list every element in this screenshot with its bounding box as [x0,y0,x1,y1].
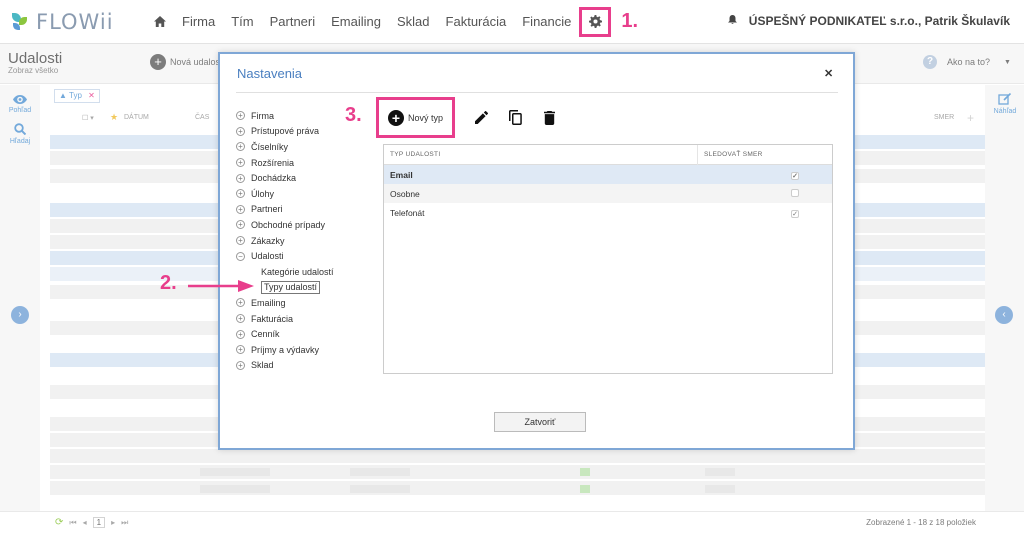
nav-item-tim[interactable]: Tím [231,14,253,29]
tree-item-emailing[interactable]: + Emailing [236,295,366,311]
tree-item-dochadzka[interactable]: + Dochádzka [236,170,366,186]
new-type-button[interactable]: + Nový typ [376,97,455,138]
tree-item-obchodne-pripady[interactable]: + Obchodné prípady [236,217,366,233]
settings-modal: Nastavenia ✕ + Firma + Prístupové práva + Č… [218,52,855,450]
track-direction-checkbox[interactable] [791,188,799,197]
expand-icon: + [236,204,245,214]
track-direction-checkbox[interactable]: ✓ [791,209,799,218]
expand-icon: + [236,111,245,121]
selected-tree-item[interactable]: Typy udalostí [261,280,321,294]
top-navbar: FLOWii Firma Tím Partneri Emailing Sklad… [0,0,1024,44]
user-name[interactable]: ÚSPEŠNÝ PODNIKATEĽ s.r.o., Patrik Škulav… [749,14,1010,28]
collapse-icon: − [236,251,245,261]
event-type-name: Telefonát [390,207,425,218]
trash-icon[interactable] [541,110,557,126]
close-icon[interactable]: ✕ [824,67,833,80]
table-row[interactable]: Osobne [384,184,832,203]
home-icon[interactable] [154,14,166,30]
tree-item-cennik[interactable]: + Cenník [236,326,366,342]
tree-item-sklad[interactable]: + Sklad [236,358,366,374]
expand-icon: + [236,158,245,168]
logo[interactable]: FLOWii [10,10,140,34]
expand-icon: + [236,173,245,183]
annotation-step-3: 3. [345,104,362,126]
main-nav: Firma Tím Partneri Emailing Sklad Faktur… [154,6,639,37]
nav-item-fakturacia[interactable]: Fakturácia [446,14,507,29]
expand-icon: + [236,329,245,339]
copy-icon[interactable] [507,110,523,126]
col-header-track-direction[interactable]: SLEDOVAŤ SMER [698,151,763,158]
expand-icon: + [236,220,245,230]
tree-item-udalosti[interactable]: − Udalosti [236,248,366,264]
modal-toolbar: + Nový typ [376,97,557,138]
nav-item-sklad[interactable]: Sklad [397,14,430,29]
table-row[interactable]: Telefonát ✓ [384,203,832,222]
pencil-icon[interactable] [473,110,489,126]
annotation-arrow-icon [188,280,254,292]
nav-item-firma[interactable]: Firma [182,14,215,29]
modal-title: Nastavenia [237,66,303,81]
expand-icon: + [236,189,245,199]
nav-item-partneri[interactable]: Partneri [270,14,316,29]
expand-icon: + [236,298,245,308]
annotation-step-1: 1. [621,10,639,32]
close-button[interactable]: Zatvoriť [494,412,586,432]
tree-item-zakazky[interactable]: + Zákazky [236,233,366,249]
bell-icon[interactable] [727,14,737,28]
event-types-table: TYP UDALOSTI SLEDOVAŤ SMER Email ✓ Osobn… [383,144,833,374]
event-type-name: Email [390,169,413,180]
expand-icon: + [236,236,245,246]
table-row[interactable]: Email ✓ [384,165,832,184]
tree-item-ulohy[interactable]: + Úlohy [236,186,366,202]
modal-divider [236,92,838,93]
tree-item-ciselniky[interactable]: + Číselníky [236,139,366,155]
user-area: ÚSPEŠNÝ PODNIKATEĽ s.r.o., Patrik Škulav… [727,14,1010,28]
tree-item-fakturacia[interactable]: + Fakturácia [236,311,366,327]
tree-item-partneri[interactable]: + Partneri [236,202,366,218]
annotation-step-2: 2. [160,272,177,294]
expand-icon: + [236,142,245,152]
plus-circle-icon: + [387,109,404,126]
gear-icon [588,15,602,28]
expand-icon: + [236,345,245,355]
expand-icon: + [236,126,245,136]
event-type-name: Osobne [390,188,420,199]
tree-item-kategorie-udalosti[interactable]: Kategórie udalostí [236,264,366,280]
nav-item-financie[interactable]: Financie [522,14,571,29]
nav-item-emailing[interactable]: Emailing [331,14,381,29]
settings-tree: + Firma + Prístupové práva + Číselníky + Roz… [236,108,366,373]
tree-item-rozsirenia[interactable]: + Rozšírenia [236,155,366,171]
col-header-event-type[interactable]: TYP UDALOSTI [384,144,698,165]
track-direction-checkbox[interactable]: ✓ [791,171,799,180]
logo-text: FLOWii [36,9,114,34]
tree-item-prijmy-vydavky[interactable]: + Príjmy a výdavky [236,342,366,358]
settings-gear-button[interactable] [579,6,612,37]
table-header: TYP UDALOSTI SLEDOVAŤ SMER [384,144,832,165]
logo-mark-icon [10,11,30,33]
expand-icon: + [236,314,245,324]
new-type-label: Nový typ [407,112,443,123]
expand-icon: + [236,360,245,370]
